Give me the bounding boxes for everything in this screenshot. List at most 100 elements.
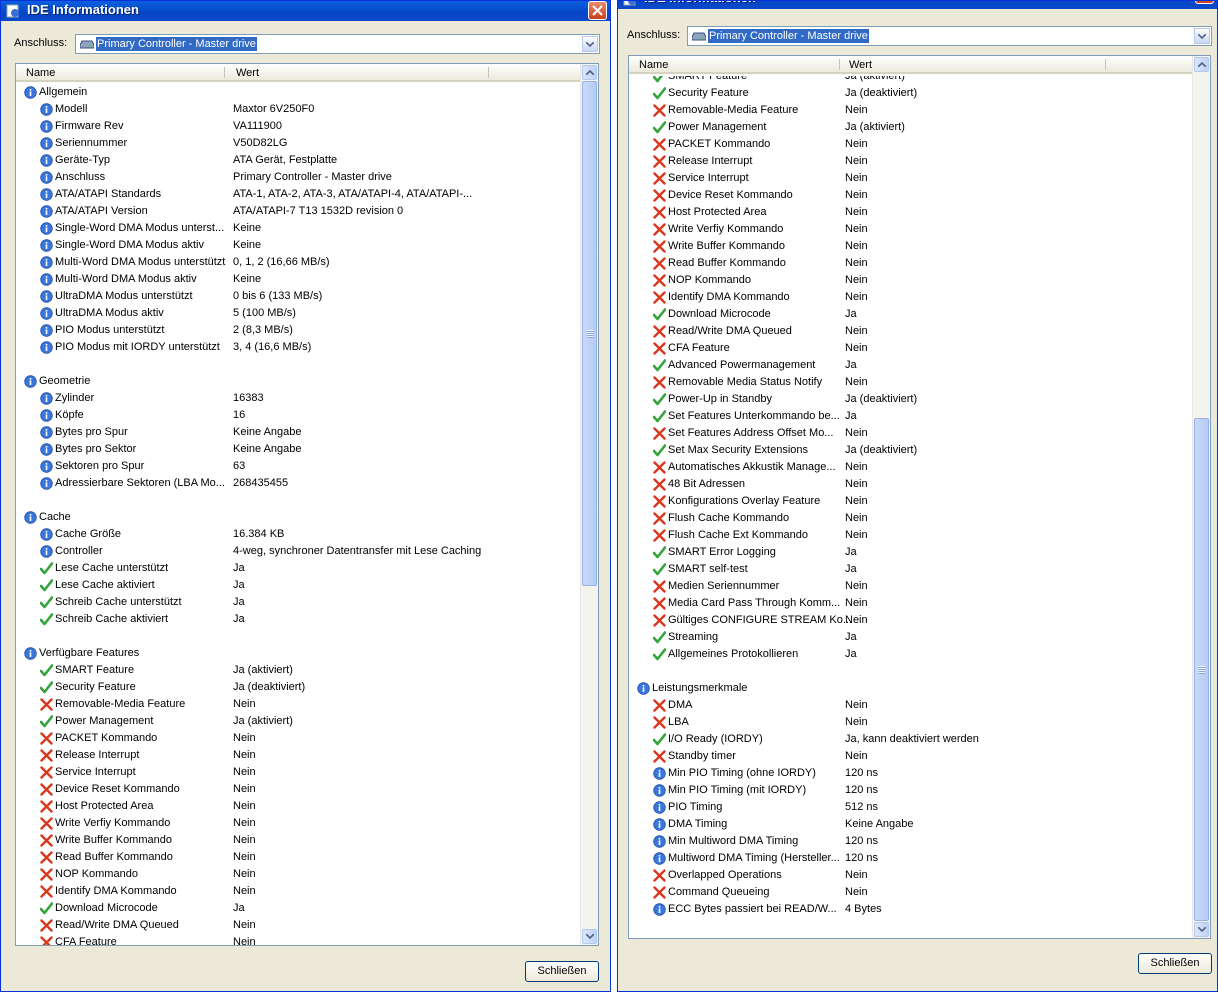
list-row[interactable]: Security Feature Ja (deaktiviert) [16,679,581,696]
group-row[interactable]: Allgemein [16,84,581,101]
group-row[interactable]: Geometrie [16,373,581,390]
list-row[interactable]: UltraDMA Modus unterstützt 0 bis 6 (133 M… [16,288,581,305]
list-row[interactable]: Advanced Powermanagement Ja [629,357,1193,374]
close-button[interactable]: Schließen [1138,953,1212,974]
list-row[interactable]: Streaming Ja [629,629,1193,646]
list-row[interactable]: Write Buffer Kommando Nein [16,832,581,849]
column-header-value[interactable]: Wert [849,59,872,71]
list-row[interactable]: Device Reset Kommando Nein [16,781,581,798]
scroll-down-button[interactable] [582,929,597,944]
list-row[interactable]: Lese Cache aktiviert Ja [16,577,581,594]
list-row[interactable]: Write Verfiy Kommando Nein [629,221,1193,238]
list-row[interactable] [629,663,1193,680]
list-row[interactable]: Automatisches Akkustik Manage... Nein [629,459,1193,476]
list-row[interactable]: UltraDMA Modus aktiv 5 (100 MB/s) [16,305,581,322]
list-row[interactable]: Removable-Media Feature Nein [16,696,581,713]
list-row[interactable] [16,628,581,645]
list-row[interactable]: Read Buffer Kommando Nein [629,255,1193,272]
list-row[interactable]: I/O Ready (IORDY) Ja, kann deaktiviert we… [629,731,1193,748]
list-row[interactable]: Set Features Address Offset Mo... Nein [629,425,1193,442]
list-row[interactable]: Command Queueing Nein [629,884,1193,901]
list-row[interactable]: Identify DMA Kommando Nein [16,883,581,900]
list-row[interactable]: Min Multiword DMA Timing 120 ns [629,833,1193,850]
list-row[interactable]: SMART self-test Ja [629,561,1193,578]
list-row[interactable]: PACKET Kommando Nein [629,136,1193,153]
list-row[interactable]: Release Interrupt Nein [16,747,581,764]
list-row[interactable]: Zylinder 16383 [16,390,581,407]
list-row[interactable]: Single-Word DMA Modus aktiv Keine [16,237,581,254]
list-row[interactable]: Download Microcode Ja [16,900,581,917]
list-row[interactable]: Service Interrupt Nein [629,170,1193,187]
dropdown-button[interactable] [582,36,598,52]
list-row[interactable]: Power-Up in Standby Ja (deaktiviert) [629,391,1193,408]
list-row[interactable]: Device Reset Kommando Nein [629,187,1193,204]
list-row[interactable]: Host Protected Area Nein [16,798,581,815]
list-row[interactable]: Multi-Word DMA Modus unterstützt 0, 1, 2 … [16,254,581,271]
list-row[interactable]: ATA/ATAPI Version ATA/ATAPI-7 T13 1532D r… [16,203,581,220]
list-row[interactable]: Multi-Word DMA Modus aktiv Keine [16,271,581,288]
list-row[interactable]: Media Card Pass Through Komm... Nein [629,595,1193,612]
list-row[interactable]: PIO Modus mit IORDY unterstützt 3, 4 (16,… [16,339,581,356]
list-row[interactable]: Adressierbare Sektoren (LBA Mo... 2684354… [16,475,581,492]
list-row[interactable]: Standby timer Nein [629,748,1193,765]
list-row[interactable]: LBA Nein [629,714,1193,731]
close-window-button[interactable] [588,1,607,20]
list-row[interactable]: Power Management Ja (aktiviert) [16,713,581,730]
list-row[interactable]: ECC Bytes passiert bei READ/W... 4 Bytes [629,901,1193,918]
list-row[interactable]: Multiword DMA Timing (Hersteller... 120 n… [629,850,1193,867]
list-row[interactable]: PIO Timing 512 ns [629,799,1193,816]
close-window-button[interactable] [1195,1,1214,4]
list-row[interactable]: Set Features Unterkommando be... Ja [629,408,1193,425]
list-row[interactable]: Cache Größe 16.384 KB [16,526,581,543]
column-header-name[interactable]: Name [639,59,668,71]
dropdown-button[interactable] [1194,28,1210,44]
list-row[interactable]: Controller 4-weg, synchroner Datentransfe… [16,543,581,560]
list-row[interactable]: Modell Maxtor 6V250F0 [16,101,581,118]
list-row[interactable]: Medien Seriennummer Nein [629,578,1193,595]
list-row[interactable]: Flush Cache Kommando Nein [629,510,1193,527]
list-row[interactable]: Service Interrupt Nein [16,764,581,781]
list-row[interactable]: Gültiges CONFIGURE STREAM Ko... Nein [629,612,1193,629]
list-row[interactable] [16,356,581,373]
list-row[interactable]: Sektoren pro Spur 63 [16,458,581,475]
list-row[interactable]: Min PIO Timing (mit IORDY) 120 ns [629,782,1193,799]
list-row[interactable]: 48 Bit Adressen Nein [629,476,1193,493]
column-header-value[interactable]: Wert [236,67,259,79]
list-row[interactable]: Bytes pro Sektor Keine Angabe [16,441,581,458]
list-row[interactable]: Seriennummer V50D82LG [16,135,581,152]
list-row[interactable]: Schreib Cache unterstützt Ja [16,594,581,611]
scroll-down-button[interactable] [1194,922,1209,937]
list-row[interactable]: Firmware Rev VA111900 [16,118,581,135]
list-row[interactable]: Write Verfiy Kommando Nein [16,815,581,832]
list-row[interactable]: Single-Word DMA Modus unterst... Keine [16,220,581,237]
list-row[interactable]: Min PIO Timing (ohne IORDY) 120 ns [629,765,1193,782]
scroll-up-button[interactable] [582,65,597,80]
list-row[interactable] [16,492,581,509]
group-row[interactable]: Verfügbare Features [16,645,581,662]
group-row[interactable]: Cache [16,509,581,526]
list-row[interactable]: Write Buffer Kommando Nein [629,238,1193,255]
close-button[interactable]: Schließen [525,961,599,982]
list-row[interactable]: Release Interrupt Nein [629,153,1193,170]
scroll-thumb[interactable] [1194,418,1209,921]
list-row[interactable]: NOP Kommando Nein [16,866,581,883]
list-row[interactable]: Power Management Ja (aktiviert) [629,119,1193,136]
scroll-thumb[interactable] [582,81,597,586]
anschluss-select[interactable]: Primary Controller - Master drive [687,26,1212,46]
list-row[interactable]: Set Max Security Extensions Ja (deaktivie… [629,442,1193,459]
list-row[interactable]: Allgemeines Protokollieren Ja [629,646,1193,663]
list-row[interactable]: CFA Feature Nein [16,934,581,945]
list-row[interactable]: Host Protected Area Nein [629,204,1193,221]
vertical-scrollbar[interactable] [580,64,598,945]
title-bar[interactable]: IDE Informationen [618,1,1217,9]
list-row[interactable]: DMA Nein [629,697,1193,714]
list-row[interactable]: Read/Write DMA Queued Nein [629,323,1193,340]
list-row[interactable]: Geräte-Typ ATA Gerät, Festplatte [16,152,581,169]
list-row[interactable]: Read/Write DMA Queued Nein [16,917,581,934]
list-row[interactable]: ATA/ATAPI Standards ATA-1, ATA-2, ATA-3, … [16,186,581,203]
list-row[interactable]: SMART Feature Ja (aktiviert) [629,76,1193,85]
list-row[interactable]: Read Buffer Kommando Nein [16,849,581,866]
list-row[interactable]: Köpfe 16 [16,407,581,424]
list-row[interactable]: Flush Cache Ext Kommando Nein [629,527,1193,544]
list-row[interactable]: Removable Media Status Notify Nein [629,374,1193,391]
